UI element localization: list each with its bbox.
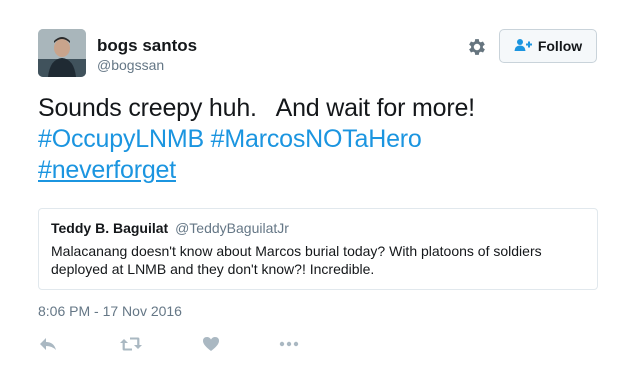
more-icon[interactable] [278,333,300,355]
author-avatar[interactable] [38,29,86,77]
hashtag-link[interactable]: #neverforget [38,156,176,184]
hashtag-link[interactable]: #OccupyLNMB [38,125,204,153]
like-icon[interactable] [201,333,221,355]
follow-button[interactable]: Follow [499,29,597,63]
quoted-tweet[interactable]: Teddy B. Baguilat @TeddyBaguilatJr Malac… [38,208,598,290]
hashtag-link[interactable]: #MarcosNOTaHero [211,125,422,153]
tweet-line-1: Sounds creepy huh. And wait for more! [38,94,475,122]
author-handle[interactable]: @bogssan [97,57,164,73]
follow-label: Follow [537,38,583,54]
quoted-author-handle[interactable]: @TeddyBaguilatJr [175,220,289,236]
tweet-line-2: #OccupyLNMB #MarcosNOTaHero [38,124,608,155]
retweet-icon[interactable] [119,333,143,355]
quoted-tweet-text: Malacanang doesn't know about Marcos bur… [51,243,542,277]
quoted-tweet-header: Teddy B. Baguilat @TeddyBaguilatJr [51,219,585,237]
quoted-author-name[interactable]: Teddy B. Baguilat [51,220,168,236]
author-name[interactable]: bogs santos [97,36,197,56]
tweet-line-3: #neverforget [38,155,608,186]
tweet-timestamp[interactable]: 8:06 PM - 17 Nov 2016 [38,303,182,319]
reply-icon[interactable] [38,333,58,355]
tweet-actions [38,333,318,355]
tweet-text: Sounds creepy huh. And wait for more! #O… [38,93,608,186]
gear-icon[interactable] [466,36,488,58]
add-user-icon [514,38,532,55]
avatar-photo [38,29,86,77]
